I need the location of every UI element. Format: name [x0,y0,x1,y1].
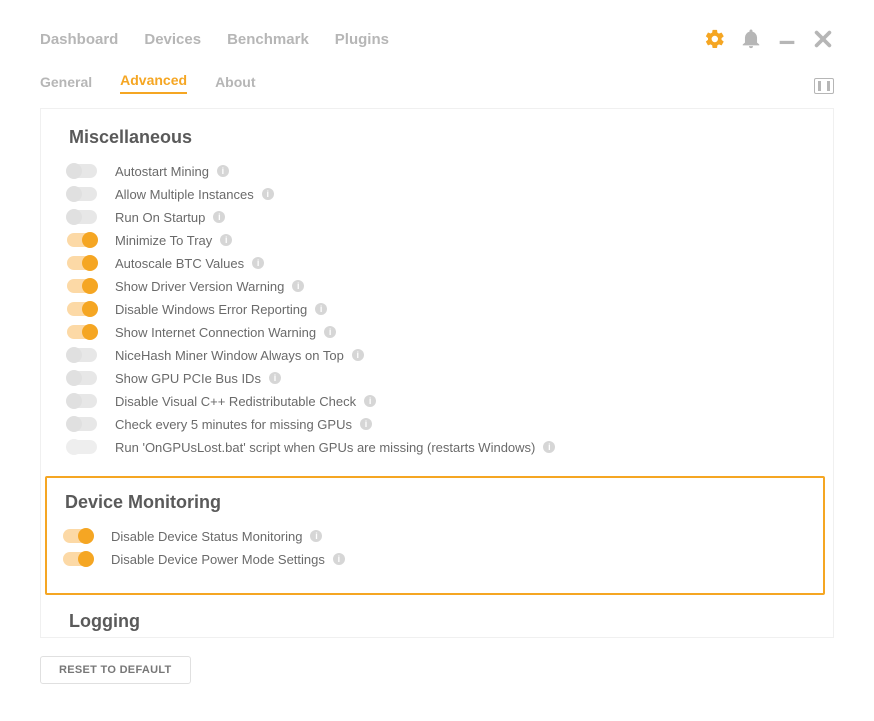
setting-row: Autoscale BTC Values i [69,252,805,274]
setting-label: Autostart Mining [115,164,209,179]
close-icon[interactable] [812,28,834,50]
info-icon[interactable]: i [217,165,229,177]
subnav-item-advanced[interactable]: Advanced [120,72,187,94]
section-title-miscellaneous: Miscellaneous [69,127,805,148]
setting-toggle[interactable] [67,348,97,362]
setting-toggle[interactable] [67,233,97,247]
setting-label: Autoscale BTC Values [115,256,244,271]
topnav-item-benchmark[interactable]: Benchmark [227,31,309,48]
setting-row: Run On Startup i [69,206,805,228]
topnav-item-plugins[interactable]: Plugins [335,31,389,48]
setting-label: Show GPU PCIe Bus IDs [115,371,261,386]
setting-toggle[interactable] [67,164,97,178]
settings-scroll-panel[interactable]: Miscellaneous Autostart MiningiAllow Mul… [41,109,833,659]
setting-row: Disable Visual C++ Redistributable Check… [69,390,805,412]
setting-label: Disable Windows Error Reporting [115,302,307,317]
setting-row: Minimize To Tray i [69,229,805,251]
setting-row: Disable Device Status Monitoring i [65,525,805,547]
setting-row: Show Driver Version Warning i [69,275,805,297]
device-monitoring-settings-list: Disable Device Status MonitoringiDisable… [65,525,805,570]
setting-label: Show Driver Version Warning [115,279,284,294]
layout-icon[interactable] [814,78,834,94]
setting-toggle[interactable] [63,552,93,566]
setting-toggle[interactable] [63,529,93,543]
setting-label: Run 'OnGPUsLost.bat' script when GPUs ar… [115,440,535,455]
info-icon[interactable]: i [213,211,225,223]
section-title-device-monitoring: Device Monitoring [65,492,805,513]
setting-label: Minimize To Tray [115,233,212,248]
info-icon[interactable]: i [292,280,304,292]
subnav-item-about[interactable]: About [215,74,255,94]
setting-row: Disable Device Power Mode Settings i [65,548,805,570]
setting-toggle[interactable] [67,187,97,201]
topnav-item-devices[interactable]: Devices [144,31,201,48]
bell-icon[interactable] [740,28,762,50]
setting-row: Run 'OnGPUsLost.bat' script when GPUs ar… [69,436,805,458]
setting-row: Disable Windows Error Reporting i [69,298,805,320]
setting-row: Autostart Mining i [69,160,805,182]
info-icon[interactable]: i [252,257,264,269]
topnav-item-dashboard[interactable]: Dashboard [40,31,118,48]
gear-icon[interactable] [704,28,726,50]
info-icon[interactable]: i [333,553,345,565]
setting-row: Allow Multiple Instances i [69,183,805,205]
setting-row: NiceHash Miner Window Always on Top i [69,344,805,366]
info-icon[interactable]: i [315,303,327,315]
setting-toggle[interactable] [67,210,97,224]
setting-toggle[interactable] [67,256,97,270]
info-icon[interactable]: i [360,418,372,430]
info-icon[interactable]: i [269,372,281,384]
setting-label: Check every 5 minutes for missing GPUs [115,417,352,432]
info-icon[interactable]: i [324,326,336,338]
setting-toggle[interactable] [67,371,97,385]
setting-toggle [67,440,97,454]
setting-label: Run On Startup [115,210,205,225]
setting-label: Disable Device Status Monitoring [111,529,302,544]
info-icon[interactable]: i [220,234,232,246]
setting-label: NiceHash Miner Window Always on Top [115,348,344,363]
setting-label: Disable Visual C++ Redistributable Check [115,394,356,409]
info-icon[interactable]: i [364,395,376,407]
setting-label: Show Internet Connection Warning [115,325,316,340]
subnav-item-general[interactable]: General [40,74,92,94]
minimize-icon[interactable] [776,28,798,50]
device-monitoring-highlight: Device Monitoring Disable Device Status … [45,476,825,595]
setting-row: Check every 5 minutes for missing GPUs i [69,413,805,435]
miscellaneous-settings-list: Autostart MiningiAllow Multiple Instance… [69,160,805,458]
info-icon[interactable]: i [352,349,364,361]
reset-to-default-button[interactable]: RESET TO DEFAULT [40,656,191,684]
info-icon[interactable]: i [543,441,555,453]
setting-toggle[interactable] [67,279,97,293]
setting-toggle[interactable] [67,394,97,408]
info-icon[interactable]: i [310,530,322,542]
setting-toggle[interactable] [67,417,97,431]
setting-toggle[interactable] [67,302,97,316]
setting-label: Disable Device Power Mode Settings [111,552,325,567]
section-title-logging: Logging [69,611,805,632]
setting-toggle[interactable] [67,325,97,339]
setting-row: Show Internet Connection Warning i [69,321,805,343]
setting-row: Show GPU PCIe Bus IDs i [69,367,805,389]
setting-label: Allow Multiple Instances [115,187,254,202]
info-icon[interactable]: i [262,188,274,200]
